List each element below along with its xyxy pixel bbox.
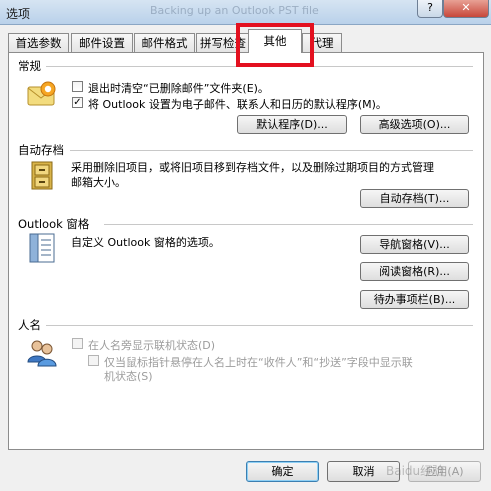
show-online-status-checkbox[interactable] (72, 338, 83, 349)
default-program-label: 将 Outlook 设置为电子邮件、联系人和日历的默认程序(M)。 (88, 98, 387, 111)
section-title-person-names: 人名 (18, 318, 41, 332)
section-divider (46, 325, 473, 326)
hover-only-label-line2: 机状态(S) (104, 370, 153, 383)
tab-delegates[interactable]: 代理 (302, 33, 342, 52)
section-divider (46, 66, 473, 67)
empty-deleted-label: 退出时清空“已删除邮件”文件夹(E)。 (88, 82, 269, 95)
watermark-logo: Baidu经验 (386, 464, 445, 478)
reading-pane-button[interactable]: 阅读窗格(R)... (360, 262, 469, 281)
tab-mail-format[interactable]: 邮件格式 (134, 33, 195, 52)
window-title: 选项 (6, 7, 31, 21)
ok-button[interactable]: 确定 (246, 461, 319, 482)
contacts-people-icon (27, 340, 57, 367)
archive-cabinet-icon (31, 161, 53, 190)
autoarchive-description-line2: 邮箱大小。 (71, 176, 126, 189)
empty-deleted-checkbox[interactable] (72, 81, 83, 92)
hover-only-checkbox[interactable] (88, 355, 99, 366)
default-program-checkbox[interactable]: ✓ (72, 97, 83, 108)
section-title-outlook-panes: Outlook 窗格 (18, 217, 90, 231)
section-divider (104, 224, 473, 225)
title-bar: 选项 Backing up an Outlook PST file ? ✕ (0, 0, 491, 25)
help-button[interactable]: ? (417, 0, 443, 18)
section-title-general: 常规 (18, 59, 41, 73)
tab-other[interactable]: 其他 (248, 29, 302, 53)
tab-mail-setup[interactable]: 邮件设置 (71, 33, 133, 52)
autoarchive-description-line1: 采用删除旧项目，或将旧项目移到存档文件，以及删除过期项目的方式管理 (71, 161, 434, 174)
close-button[interactable]: ✕ (443, 0, 489, 18)
tab-preferences[interactable]: 首选参数 (8, 33, 69, 52)
section-divider (70, 150, 473, 151)
outlook-envelope-icon (27, 81, 56, 106)
show-online-status-label: 在人名旁显示联机状态(D) (88, 339, 216, 352)
outlook-panes-description: 自定义 Outlook 窗格的选项。 (71, 236, 220, 249)
section-title-autoarchive: 自动存档 (18, 143, 64, 157)
advanced-options-button[interactable]: 高级选项(O)... (360, 115, 469, 134)
autoarchive-button[interactable]: 自动存档(T)... (360, 189, 469, 208)
pane-layout-icon (29, 233, 55, 263)
options-panel: 常规 退出时清空“已删除邮件”文件夹(E)。 ✓ 将 Outlook 设置为电子… (8, 52, 484, 450)
navigation-pane-button[interactable]: 导航窗格(V)... (360, 235, 469, 254)
default-program-button[interactable]: 默认程序(D)... (237, 115, 347, 134)
tab-spelling[interactable]: 拼写检查 (196, 33, 250, 52)
background-window-title: Backing up an Outlook PST file (150, 4, 319, 17)
todo-bar-button[interactable]: 待办事项栏(B)... (360, 290, 469, 309)
